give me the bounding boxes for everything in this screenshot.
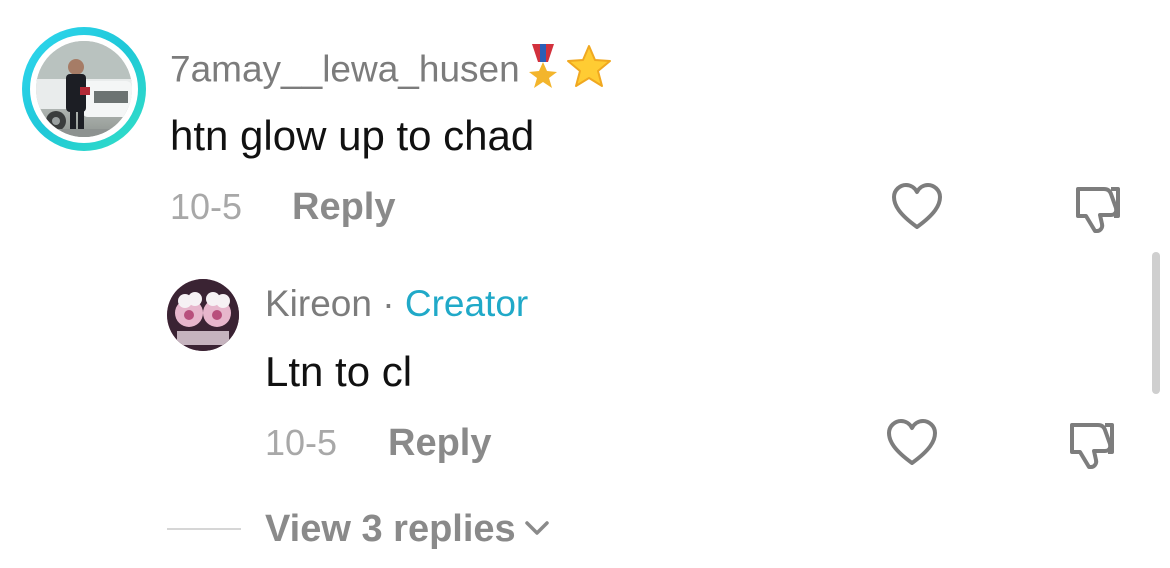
creator-avatar[interactable] — [167, 279, 239, 351]
dislike-thumb-icon[interactable] — [1070, 180, 1126, 236]
avatar-image-icon — [36, 41, 132, 137]
star-icon — [566, 44, 612, 99]
replies-divider — [167, 528, 241, 530]
reply-reply-button[interactable]: Reply — [388, 421, 491, 465]
comment-reply-button[interactable]: Reply — [292, 185, 395, 229]
reply-date: 10-5 — [265, 422, 338, 463]
commenter-avatar[interactable] — [22, 27, 146, 151]
separator-dot: · — [382, 283, 395, 324]
military-medal-icon — [526, 44, 560, 99]
comments-panel: 7amay__lewa_husen htn glow up to chad 10… — [0, 0, 1170, 568]
avatar-photo — [36, 41, 132, 137]
view-replies-button[interactable]: View 3 replies — [265, 506, 552, 554]
reply-text: Ltn to cl — [265, 348, 413, 395]
avatar-image-icon — [167, 279, 239, 351]
reply-username[interactable]: Kireon — [265, 283, 372, 324]
reply-username-row: Kireon · Creator — [265, 281, 528, 327]
comment-username[interactable]: 7amay__lewa_husen — [170, 44, 612, 99]
creator-badge: Creator — [404, 283, 529, 324]
dislike-thumb-icon[interactable] — [1064, 416, 1120, 472]
chevron-down-icon — [522, 508, 552, 554]
like-heart-icon[interactable] — [884, 416, 940, 472]
comment-date: 10-5 — [170, 186, 243, 227]
comment-text: htn glow up to chad — [170, 112, 535, 159]
like-heart-icon[interactable] — [889, 180, 945, 236]
scrollbar[interactable] — [1152, 252, 1160, 394]
